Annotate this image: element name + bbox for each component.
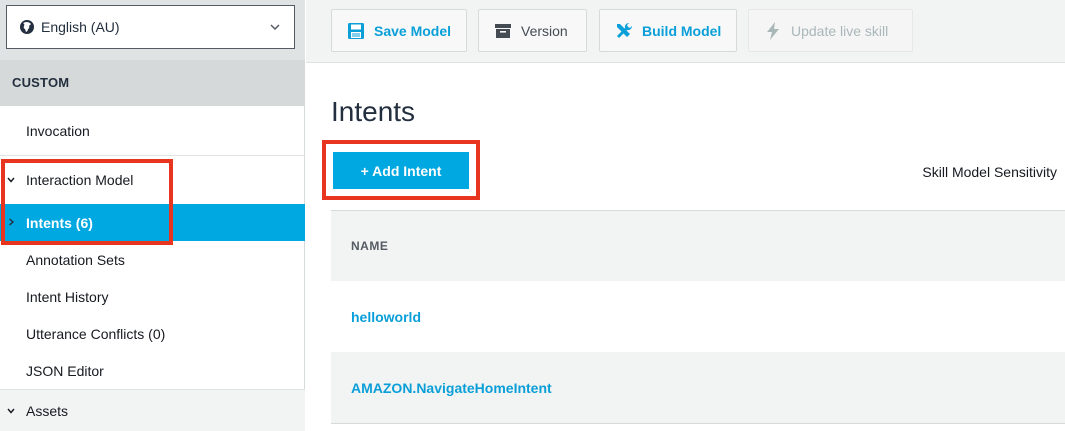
sidebar-item-intents[interactable]: Intents (6) — [0, 204, 305, 241]
chevron-right-icon — [9, 218, 15, 226]
sidebar-item-annotation-sets[interactable]: Annotation Sets — [0, 241, 305, 278]
version-button[interactable]: Version — [478, 9, 587, 52]
save-model-label: Save Model — [374, 22, 452, 39]
sidebar-item-interaction-model[interactable]: Interaction Model — [0, 156, 305, 204]
toolbar: Save Model Version Build Model Update li… — [306, 0, 1065, 63]
table-row: AMAZON.NavigateHomeIntent — [331, 352, 1065, 423]
build-model-label: Build Model — [642, 22, 722, 39]
chevron-down-icon — [7, 177, 15, 183]
sidebar-item-label: Intent History — [26, 288, 109, 305]
language-select[interactable]: English (AU) — [6, 5, 295, 49]
sidebar: English (AU) CUSTOM Invocation Interacti… — [0, 0, 305, 431]
sidebar-item-label: JSON Editor — [26, 362, 104, 379]
sidebar-item-label: Interaction Model — [26, 172, 134, 188]
sidebar-item-label: Invocation — [26, 122, 90, 139]
globe-icon — [20, 20, 34, 34]
archive-icon — [495, 23, 511, 38]
page-title: Intents — [331, 96, 416, 127]
save-icon — [348, 22, 364, 39]
intent-link-helloworld[interactable]: helloworld — [351, 309, 421, 325]
chevron-down-icon — [7, 408, 15, 414]
sidebar-item-label: Intents (6) — [26, 214, 93, 231]
language-value: English (AU) — [41, 19, 120, 35]
tools-icon — [617, 22, 633, 38]
sidebar-item-intent-history[interactable]: Intent History — [0, 278, 305, 315]
update-live-skill-label: Update live skill — [791, 22, 889, 39]
sidebar-item-label: Assets — [26, 402, 69, 419]
save-model-button[interactable]: Save Model — [331, 9, 467, 52]
sidebar-item-json-editor[interactable]: JSON Editor — [0, 352, 305, 389]
sidebar-item-utterance-conflicts[interactable]: Utterance Conflicts (0) — [0, 315, 305, 352]
sidebar-item-assets[interactable]: Assets — [0, 390, 305, 431]
add-intent-button[interactable]: + Add Intent — [333, 152, 469, 189]
update-live-skill-button[interactable]: Update live skill — [748, 9, 913, 52]
sidebar-item-label: Annotation Sets — [26, 251, 125, 268]
sidebar-item-label: Utterance Conflicts (0) — [26, 325, 166, 342]
table-bottom-border — [331, 423, 1065, 424]
sidebar-item-invocation[interactable]: Invocation — [0, 106, 305, 155]
lightning-icon — [767, 21, 779, 40]
chevron-down-icon — [270, 24, 280, 31]
section-header-custom: CUSTOM — [0, 60, 305, 106]
build-model-button[interactable]: Build Model — [599, 9, 737, 52]
language-area: English (AU) — [0, 0, 305, 60]
intent-link-navigate-home[interactable]: AMAZON.NavigateHomeIntent — [351, 380, 552, 396]
skill-model-sensitivity-link[interactable]: Skill Model Sensitivity — [922, 164, 1057, 180]
table-row: helloworld — [331, 281, 1065, 352]
table-header-name[interactable]: NAME — [331, 211, 1065, 281]
version-label: Version — [521, 22, 568, 39]
